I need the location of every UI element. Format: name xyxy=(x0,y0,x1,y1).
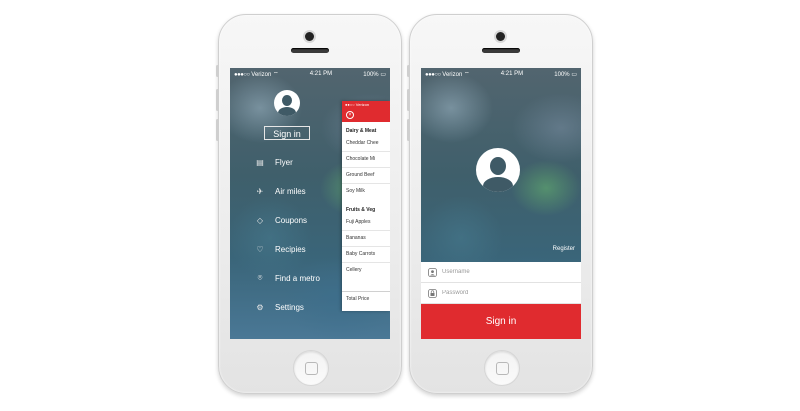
location-pin-icon: ⌾ xyxy=(257,273,263,282)
menu-item-label: Settings xyxy=(275,302,304,312)
signal-icon: ●●●○○ xyxy=(425,72,441,78)
password-field[interactable] xyxy=(421,283,581,304)
phone-right-device: ●●●○○ Verizon ⌔ 4:21 PM 100% ▭ Register … xyxy=(407,14,593,394)
close-icon[interactable]: × xyxy=(346,111,354,119)
flyer-icon: ▤ xyxy=(256,157,264,167)
list-item[interactable]: Cheddar Chee xyxy=(342,136,390,152)
front-camera xyxy=(496,32,505,41)
home-button[interactable] xyxy=(484,350,520,386)
username-field[interactable] xyxy=(421,262,581,283)
sign-in-button[interactable]: Sign in xyxy=(421,304,581,339)
wifi-icon: ⌔ xyxy=(272,72,279,78)
battery-percent: 100% xyxy=(554,71,570,78)
list-item[interactable]: Soy Milk xyxy=(342,184,390,199)
heart-icon: ♡ xyxy=(256,244,264,254)
list-item[interactable]: Fuji Apples xyxy=(342,215,390,231)
wifi-icon: ⌔ xyxy=(463,72,470,78)
user-icon xyxy=(427,267,437,277)
right-screen: ●●●○○ Verizon ⌔ 4:21 PM 100% ▭ Register … xyxy=(421,68,581,339)
total-price-label: Total Price xyxy=(342,291,390,305)
front-camera xyxy=(305,32,314,41)
battery-percent: 100% xyxy=(363,71,379,78)
volume-up-button xyxy=(216,89,219,111)
list-item[interactable]: Cellery xyxy=(342,263,390,278)
menu-item-air-miles[interactable]: ✈ Air miles xyxy=(255,184,306,198)
gear-icon: ⚙ xyxy=(256,302,264,312)
menu-item-coupons[interactable]: ◇ Coupons xyxy=(255,213,307,227)
left-screen: ●●●○○ Verizon ⌔ 4:21 PM 100% ▭ Sign in ▤… xyxy=(230,68,390,339)
menu-item-flyer[interactable]: ▤ Flyer xyxy=(255,155,293,169)
sign-in-button[interactable]: Sign in xyxy=(264,126,310,140)
list-item[interactable]: Chocolate Mi xyxy=(342,152,390,168)
shopping-list-panel[interactable]: ●●○○ Verizon × Dairy & Meat Cheddar Chee… xyxy=(342,101,390,311)
menu-item-label: Flyer xyxy=(275,157,293,167)
volume-down-button xyxy=(216,119,219,141)
signal-icon: ●●●○○ xyxy=(234,72,250,78)
menu-item-label: Find a metro xyxy=(275,273,320,283)
section-title: Fruits & Veg xyxy=(346,207,376,213)
status-bar: ●●●○○ Verizon ⌔ 4:21 PM 100% ▭ xyxy=(421,68,581,80)
earpiece-speaker xyxy=(291,48,329,53)
volume-down-button xyxy=(407,119,410,141)
battery-icon: ▭ xyxy=(571,71,577,78)
status-time: 4:21 PM xyxy=(500,71,524,77)
menu-item-find-a-metro[interactable]: ⌾ Find a metro xyxy=(255,271,320,285)
avatar[interactable] xyxy=(476,148,520,192)
tag-icon: ◇ xyxy=(256,215,264,225)
mute-switch xyxy=(407,65,410,77)
volume-up-button xyxy=(407,89,410,111)
airplane-icon: ✈ xyxy=(256,186,264,196)
panel-status-bar: ●●○○ Verizon xyxy=(345,102,370,107)
list-item[interactable]: Baby Carrots xyxy=(342,247,390,263)
section-title: Dairy & Meat xyxy=(346,128,377,134)
status-bar: ●●●○○ Verizon ⌔ 4:21 PM 100% ▭ xyxy=(230,68,390,80)
earpiece-speaker xyxy=(482,48,520,53)
lock-icon xyxy=(427,288,437,298)
home-button[interactable] xyxy=(293,350,329,386)
panel-header: ●●○○ Verizon × xyxy=(342,101,390,122)
phone-left-device: ●●●○○ Verizon ⌔ 4:21 PM 100% ▭ Sign in ▤… xyxy=(216,14,402,394)
mute-switch xyxy=(216,65,219,77)
carrier-label: Verizon xyxy=(442,72,463,78)
menu-item-recipies[interactable]: ♡ Recipies xyxy=(255,242,306,256)
menu-item-label: Coupons xyxy=(275,215,308,225)
avatar[interactable] xyxy=(274,90,300,116)
list-item[interactable]: Bananas xyxy=(342,231,390,247)
menu-item-label: Air miles xyxy=(275,186,306,196)
password-input[interactable] xyxy=(442,290,562,296)
list-item[interactable]: Ground Beef xyxy=(342,168,390,184)
menu-item-settings[interactable]: ⚙ Settings xyxy=(255,300,304,314)
register-link[interactable]: Register xyxy=(553,246,575,252)
carrier-label: Verizon xyxy=(251,72,272,78)
battery-icon: ▭ xyxy=(380,71,386,78)
status-time: 4:21 PM xyxy=(309,71,333,77)
username-input[interactable] xyxy=(442,269,562,275)
menu-item-label: Recipies xyxy=(275,244,306,254)
